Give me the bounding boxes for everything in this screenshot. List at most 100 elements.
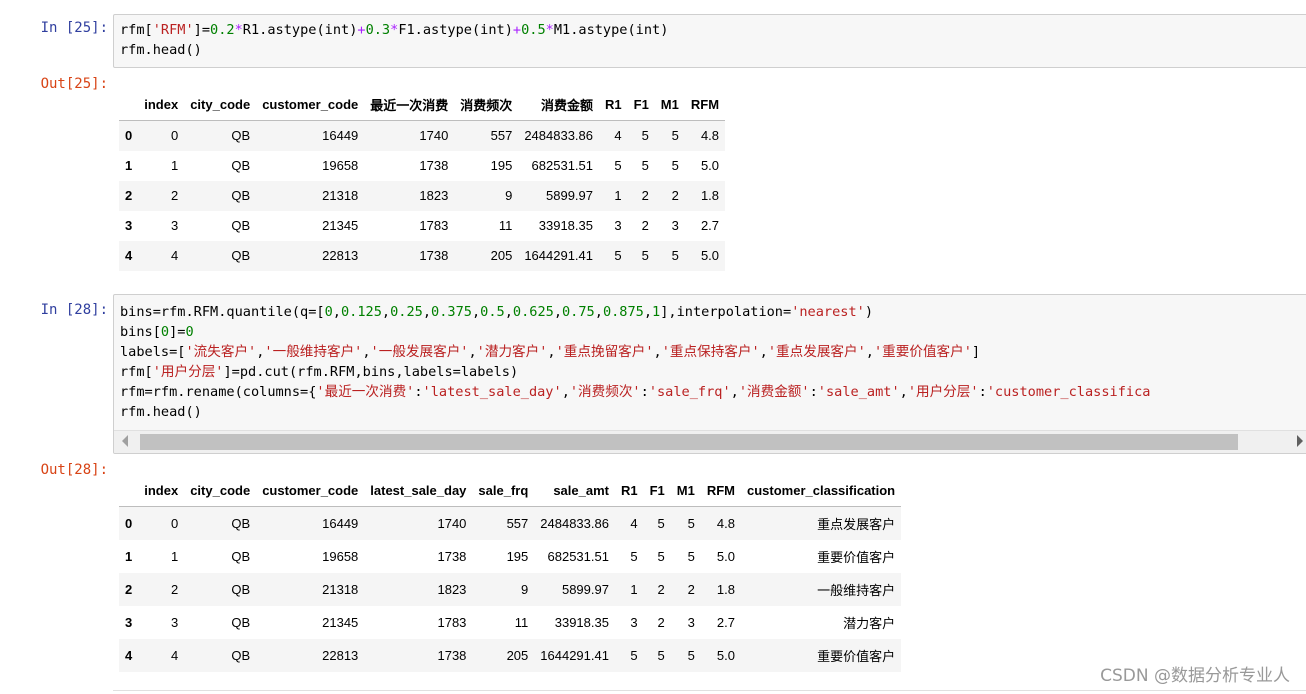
code-line[interactable]: rfm.head() xyxy=(114,402,1306,422)
code-token: rfm[ xyxy=(120,22,153,38)
input-prompt-28: In [28]: xyxy=(40,302,108,318)
column-header: R1 xyxy=(605,96,622,112)
table-cell: 3 xyxy=(170,614,179,630)
code-token: 0.75 xyxy=(562,304,595,320)
row-index: 2 xyxy=(125,188,133,203)
table-cell: 1 xyxy=(614,188,622,203)
table-cell: 重要价值客户 xyxy=(817,648,896,664)
table-cell: 1.8 xyxy=(716,581,735,597)
table-cell: 1823 xyxy=(437,581,467,597)
table-cell: 11 xyxy=(498,218,513,233)
code-token: '用户分层' xyxy=(152,364,224,380)
table-cell: 22813 xyxy=(322,647,359,663)
code-token: ] xyxy=(971,344,981,360)
row-index: 3 xyxy=(125,614,133,630)
code-token: '最近一次消费' xyxy=(316,384,415,400)
table-cell: 21318 xyxy=(322,188,359,203)
table-cell: 205 xyxy=(506,647,529,663)
code-line[interactable]: bins=rfm.RFM.quantile(q=[0,0.125,0.25,0.… xyxy=(114,302,1306,322)
table-cell: 682531.51 xyxy=(531,158,593,173)
code-token: 0.375 xyxy=(431,304,472,320)
table-cell: 5 xyxy=(657,647,665,663)
scroll-left-icon[interactable] xyxy=(122,435,128,447)
code-token: + xyxy=(357,22,366,38)
table-cell: 2 xyxy=(170,581,179,597)
table-row: 0 0 QB 16449 1740 557 2484833.86 4 5 5 4.8 重点发展客户 xyxy=(119,506,902,540)
code-token: 1 xyxy=(652,304,661,320)
code-token: , xyxy=(865,344,874,360)
code-cell-28[interactable]: bins=rfm.RFM.quantile(q=[0,0.125,0.25,0.… xyxy=(113,294,1306,454)
output-prompt-25: Out[25]: xyxy=(40,76,108,92)
table-cell: QB xyxy=(231,581,251,597)
code-token: ]= xyxy=(193,22,211,38)
table-cell: 9 xyxy=(505,188,513,203)
table-cell: 潜力客户 xyxy=(843,615,896,631)
table-cell: 5.0 xyxy=(700,158,720,173)
code-editor[interactable]: bins=rfm.RFM.quantile(q=[0,0.125,0.25,0.… xyxy=(114,295,1306,422)
code-cell-25[interactable]: rfm['RFM']=0.2*R1.astype(int)+0.3*F1.ast… xyxy=(113,14,1306,68)
code-token: ]=pd.cut(rfm.RFM,bins,labels=labels) xyxy=(223,364,519,380)
table-row: 1 1 QB 19658 1738 195 682531.51 5 5 5 5.0 重要价值客户 xyxy=(119,540,901,573)
code-token: F1.astype(int) xyxy=(398,22,513,38)
column-header xyxy=(119,474,138,507)
code-token: , xyxy=(471,304,481,320)
scrollbar-thumb[interactable] xyxy=(140,434,1238,450)
table-cell: QB xyxy=(231,188,251,203)
table-cell: 1783 xyxy=(437,614,467,630)
code-token: R1.astype(int) xyxy=(242,22,358,38)
code-token: 'sale_frq' xyxy=(648,384,731,400)
column-header: city_code xyxy=(190,482,251,498)
code-token: 'latest_sale_day' xyxy=(422,384,562,400)
column-header: M1 xyxy=(676,482,695,498)
table-cell: 5 xyxy=(687,515,695,531)
table-cell: 5 xyxy=(657,548,665,564)
code-line[interactable]: rfm.head() xyxy=(114,40,1306,60)
table-row: 3 3 QB 21345 1783 11 33918.35 3 2 3 2.7 xyxy=(119,211,725,241)
table-cell: 3 xyxy=(170,218,179,233)
table-cell: QB xyxy=(231,647,251,663)
table-cell: 22813 xyxy=(322,248,359,263)
watermark: CSDN @数据分析专业人 xyxy=(1100,666,1290,686)
table-cell: 一般维持客户 xyxy=(817,582,896,598)
table-cell: 重要价值客户 xyxy=(817,549,896,565)
code-token: '消费频次' xyxy=(569,384,641,400)
table-cell: 5899.97 xyxy=(546,188,593,203)
table-cell: 1740 xyxy=(437,515,467,531)
code-line[interactable]: rfm=rfm.rename(columns={'最近一次消费':'latest… xyxy=(114,382,1306,402)
code-line[interactable]: labels=['流失客户','一般维持客户','一般发展客户','潜力客户',… xyxy=(114,342,1306,362)
table-cell: QB xyxy=(231,614,251,630)
table-cell: 21318 xyxy=(322,581,359,597)
code-line[interactable]: rfm['用户分层']=pd.cut(rfm.RFM,bins,labels=l… xyxy=(114,362,1306,382)
table-cell: 1783 xyxy=(419,218,449,233)
header-row: index city_code customer_code latest_sale_d… xyxy=(119,474,902,507)
column-header: RFM xyxy=(706,482,735,498)
code-token: 0.2 xyxy=(210,22,235,38)
table-cell: 19658 xyxy=(322,158,359,173)
code-token: , xyxy=(504,304,513,320)
row-index: 1 xyxy=(125,158,133,173)
column-header: RFM xyxy=(690,96,720,112)
table-cell: 2 xyxy=(170,188,179,203)
row-index: 0 xyxy=(125,128,133,144)
scroll-right-icon[interactable] xyxy=(1297,435,1303,447)
horizontal-scrollbar[interactable] xyxy=(114,430,1306,453)
table-cell: QB xyxy=(231,248,251,263)
code-token: , xyxy=(730,384,739,400)
code-token: + xyxy=(512,22,522,38)
code-line[interactable]: rfm['RFM']=0.2*R1.astype(int)+0.3*F1.ast… xyxy=(114,20,1306,40)
code-line[interactable]: bins[0]=0 xyxy=(114,322,1306,342)
code-token: , xyxy=(332,304,341,320)
code-token: rfm.head() xyxy=(120,42,202,58)
code-token: * xyxy=(234,22,243,38)
code-token: ]= xyxy=(169,324,186,340)
table-cell: 3 xyxy=(614,218,622,233)
code-token: , xyxy=(759,344,768,360)
table-cell: 21345 xyxy=(322,218,359,233)
table-row: 2 2 QB 21318 1823 9 5899.97 1 2 2 1.8 一般维持客户 xyxy=(119,572,902,606)
column-header: customer_code xyxy=(262,482,359,498)
code-token: '潜力客户' xyxy=(476,344,548,360)
code-editor[interactable]: rfm['RFM']=0.2*R1.astype(int)+0.3*F1.ast… xyxy=(114,15,1306,60)
column-header xyxy=(119,88,138,121)
table-cell: 2 xyxy=(687,581,695,597)
code-token: 0.3 xyxy=(365,22,391,38)
